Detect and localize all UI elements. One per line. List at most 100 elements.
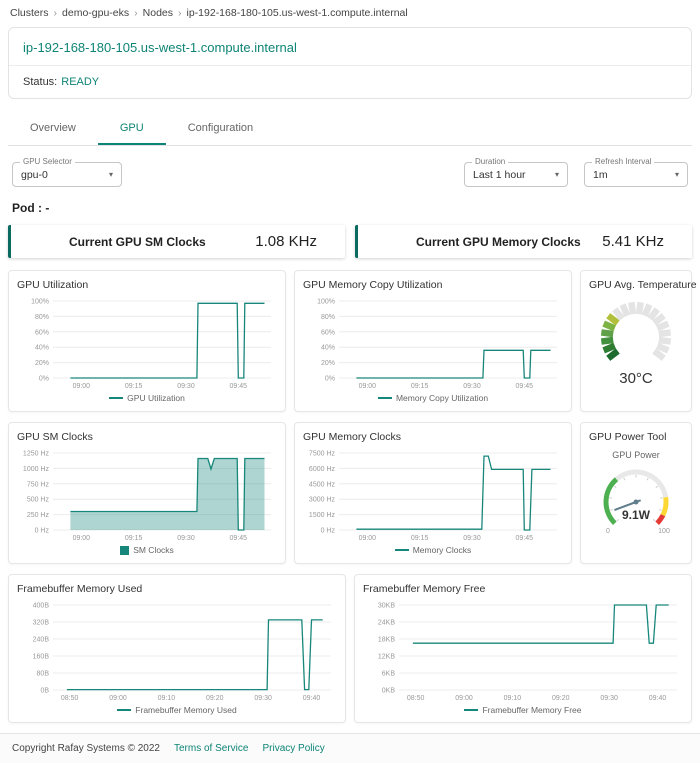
gauge-card-temperature: GPU Avg. Temperature 30°C [580, 270, 692, 412]
stat-current-memory-clocks: Current GPU Memory Clocks 5.41 KHz [355, 225, 692, 258]
svg-text:750 Hz: 750 Hz [27, 481, 50, 488]
svg-text:09:00: 09:00 [109, 695, 127, 702]
framebuffer-used-chart: 0B80B160B240B320B400B08:5009:0009:1009:2… [17, 599, 337, 703]
chart-legend[interactable]: Framebuffer Memory Used [17, 706, 337, 715]
framebuffer-free-chart: 0KB6KB12KB18KB24KB30KB08:5009:0009:1009:… [363, 599, 683, 703]
svg-text:3000 Hz: 3000 Hz [309, 496, 336, 503]
legend-line-icon [464, 709, 478, 711]
svg-text:0B: 0B [40, 687, 49, 694]
chart-legend[interactable]: Memory Clocks [303, 546, 563, 555]
svg-text:0: 0 [606, 528, 610, 535]
chart-svg: 0B80B160B240B320B400B08:5009:0009:1009:2… [17, 599, 337, 703]
legend-line-icon [395, 549, 409, 551]
controls-right: Duration Last 1 hour ▾ Refresh Interval … [464, 162, 688, 187]
chart-card-framebuffer-free: Framebuffer Memory Free 0KB6KB12KB18KB24… [354, 574, 692, 724]
chart-card-framebuffer-used: Framebuffer Memory Used 0B80B160B240B320… [8, 574, 346, 724]
stat-bars: Current GPU SM Clocks 1.08 KHz Current G… [8, 225, 692, 258]
svg-text:09:30: 09:30 [600, 695, 618, 702]
svg-text:0 Hz: 0 Hz [35, 527, 50, 534]
svg-text:60%: 60% [321, 329, 335, 336]
svg-text:09:45: 09:45 [516, 535, 534, 542]
chart-legend[interactable]: SM Clocks [17, 546, 277, 555]
page: Clusters › demo-gpu-eks › Nodes › ip-192… [0, 0, 700, 763]
svg-text:0%: 0% [325, 376, 335, 383]
svg-text:1250 Hz: 1250 Hz [23, 450, 50, 457]
svg-text:9.1W: 9.1W [622, 508, 651, 522]
chart-title: GPU Utilization [17, 279, 277, 291]
tab-overview[interactable]: Overview [8, 113, 98, 145]
svg-text:60%: 60% [35, 329, 49, 336]
svg-text:09:10: 09:10 [504, 695, 522, 702]
duration-control: Duration Last 1 hour ▾ [464, 162, 568, 187]
chart-legend[interactable]: GPU Utilization [17, 394, 277, 403]
duration-value: Last 1 hour [473, 169, 526, 181]
chart-title: GPU Memory Clocks [303, 431, 563, 443]
tab-bar: Overview GPU Configuration [8, 113, 692, 146]
chevron-down-icon: ▾ [675, 170, 679, 179]
stat-value: 5.41 KHz [602, 233, 664, 250]
breadcrumb-separator: › [134, 7, 138, 19]
chart-legend[interactable]: Framebuffer Memory Free [363, 706, 683, 715]
tab-configuration[interactable]: Configuration [166, 113, 275, 145]
copyright-text: Copyright Rafay Systems © 2022 [12, 743, 160, 754]
breadcrumb-cluster-name[interactable]: demo-gpu-eks [62, 7, 129, 19]
svg-text:08:50: 08:50 [61, 695, 79, 702]
terms-of-service-link[interactable]: Terms of Service [174, 743, 248, 754]
chart-legend[interactable]: Memory Copy Utilization [303, 394, 563, 403]
svg-text:80B: 80B [37, 670, 50, 677]
power-gauge-svg: 9.1W 0 100 [589, 460, 683, 544]
svg-text:09:30: 09:30 [177, 535, 195, 542]
controls-row: GPU Selector gpu-0 ▾ Duration Last 1 hou… [0, 146, 700, 191]
duration-label: Duration [472, 157, 508, 166]
svg-text:09:30: 09:30 [177, 383, 195, 390]
legend-line-icon [109, 397, 123, 399]
svg-text:1000 Hz: 1000 Hz [23, 465, 50, 472]
gpu-selector-value: gpu-0 [21, 169, 48, 181]
svg-text:09:30: 09:30 [463, 535, 481, 542]
svg-text:09:30: 09:30 [254, 695, 272, 702]
chevron-down-icon: ▾ [109, 170, 113, 179]
svg-text:09:45: 09:45 [230, 383, 248, 390]
svg-text:09:15: 09:15 [125, 383, 143, 390]
privacy-policy-link[interactable]: Privacy Policy [262, 743, 324, 754]
svg-text:6000 Hz: 6000 Hz [309, 465, 336, 472]
charts-row-3: Framebuffer Memory Used 0B80B160B240B320… [8, 574, 692, 724]
chart-svg: 0KB6KB12KB18KB24KB30KB08:5009:0009:1009:… [363, 599, 683, 703]
legend-label: Memory Clocks [413, 546, 472, 555]
svg-text:09:00: 09:00 [359, 535, 377, 542]
svg-text:09:20: 09:20 [552, 695, 570, 702]
refresh-interval-label: Refresh Interval [592, 157, 654, 166]
chart-card-memory-clocks: GPU Memory Clocks 0 Hz1500 Hz3000 Hz4500… [294, 422, 572, 564]
breadcrumb-nodes[interactable]: Nodes [143, 7, 173, 19]
gpu-selector-control: GPU Selector gpu-0 ▾ [12, 162, 122, 187]
chart-title: Framebuffer Memory Free [363, 583, 683, 595]
charts-row-1: GPU Utilization 0%20%40%60%80%100%09:000… [8, 270, 692, 412]
tab-gpu[interactable]: GPU [98, 113, 166, 145]
svg-text:100: 100 [658, 528, 670, 535]
breadcrumb: Clusters › demo-gpu-eks › Nodes › ip-192… [0, 0, 700, 24]
legend-label: Framebuffer Memory Free [482, 706, 581, 715]
breadcrumb-clusters[interactable]: Clusters [10, 7, 49, 19]
svg-text:09:15: 09:15 [125, 535, 143, 542]
svg-text:30°C: 30°C [619, 370, 653, 387]
chart-card-memory-copy-utilization: GPU Memory Copy Utilization 0%20%40%60%8… [294, 270, 572, 412]
svg-text:09:45: 09:45 [516, 383, 534, 390]
svg-text:100%: 100% [31, 299, 49, 306]
svg-text:500 Hz: 500 Hz [27, 496, 50, 503]
sm-clocks-chart: 0 Hz250 Hz500 Hz750 Hz1000 Hz1250 Hz09:0… [17, 447, 277, 543]
legend-label: SM Clocks [133, 546, 174, 555]
temperature-gauge-svg: 30°C [589, 295, 683, 391]
gauge-card-power: GPU Power Tool GPU Power 9.1W0100 [580, 422, 692, 564]
svg-text:09:00: 09:00 [359, 383, 377, 390]
svg-text:1500 Hz: 1500 Hz [309, 512, 336, 519]
gpu-utilization-chart: 0%20%40%60%80%100%09:0009:1509:3009:45 [17, 295, 277, 391]
svg-text:40%: 40% [35, 345, 49, 352]
svg-text:0%: 0% [39, 376, 49, 383]
stat-value: 1.08 KHz [255, 233, 317, 250]
svg-text:24KB: 24KB [378, 619, 395, 626]
svg-text:09:00: 09:00 [73, 383, 91, 390]
svg-text:09:00: 09:00 [73, 535, 91, 542]
svg-text:160B: 160B [33, 653, 50, 660]
chart-card-gpu-utilization: GPU Utilization 0%20%40%60%80%100%09:000… [8, 270, 286, 412]
svg-text:40%: 40% [321, 345, 335, 352]
